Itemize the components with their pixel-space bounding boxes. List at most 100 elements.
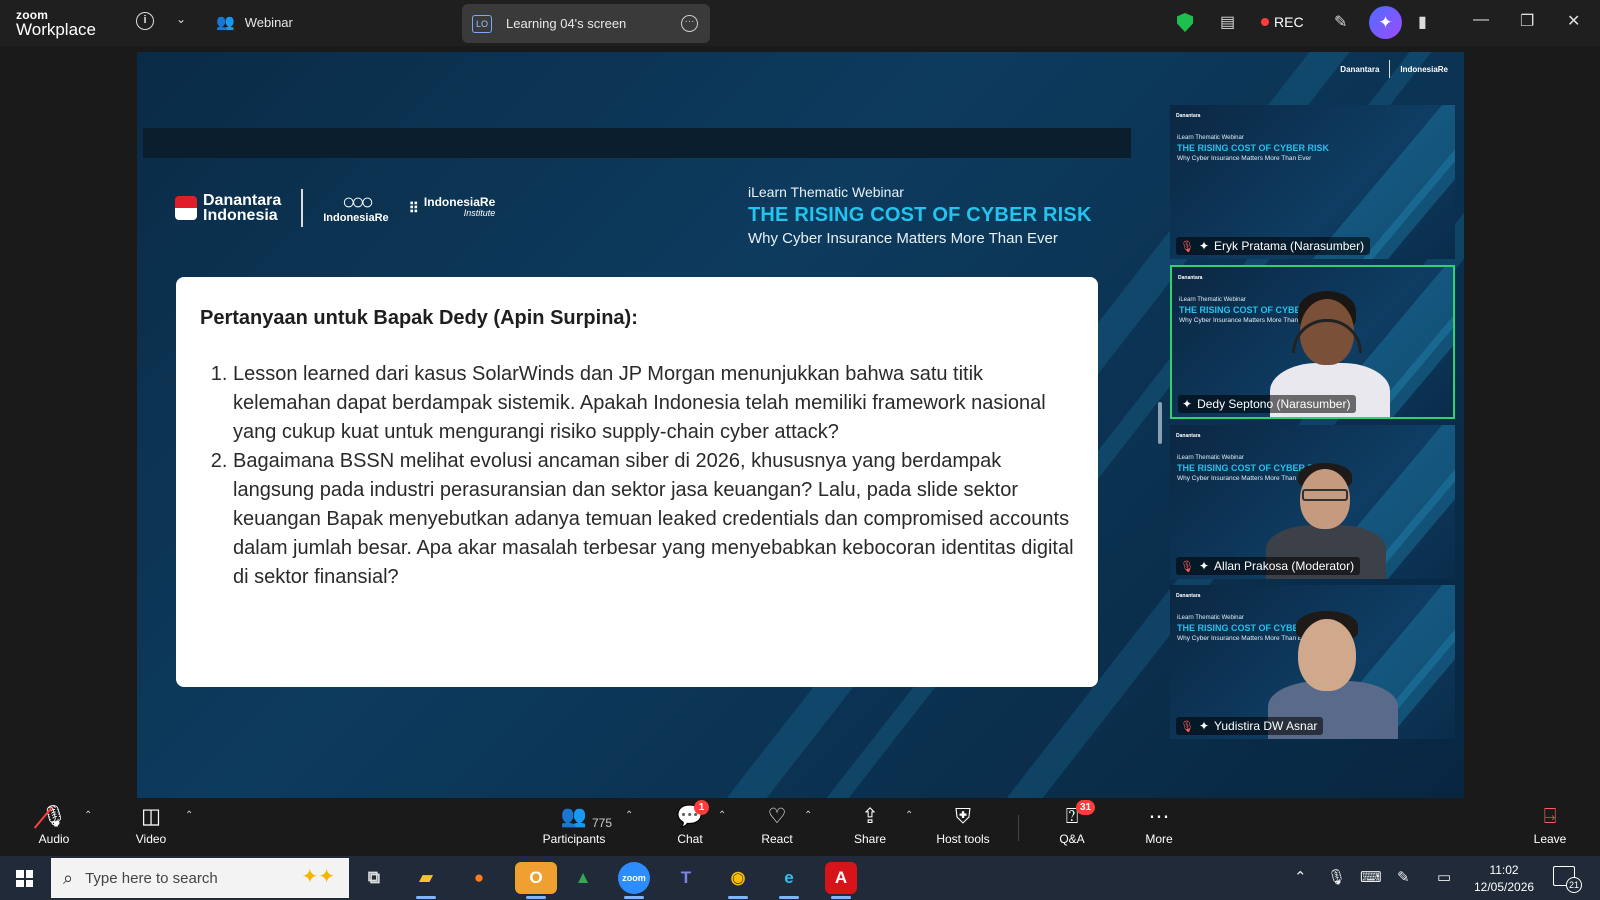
tile-title: THE RISING COST OF CYBER RISK bbox=[1177, 143, 1330, 153]
logo-divider bbox=[301, 189, 304, 227]
minimize-button[interactable]: — bbox=[1473, 11, 1489, 29]
chrome-icon[interactable]: ◉ bbox=[722, 862, 754, 894]
video-tile[interactable]: Danantara iLearn Thematic Webinar THE RI… bbox=[1170, 105, 1455, 259]
zoom-workplace-logo: zoom Workplace bbox=[16, 9, 96, 38]
video-button[interactable]: ◫ Video bbox=[111, 802, 191, 846]
video-options-caret[interactable]: ⌃ bbox=[185, 810, 193, 821]
webinar-label: Webinar bbox=[244, 14, 293, 30]
share-screen-icon: ⇪ bbox=[861, 805, 879, 828]
host-tools-button[interactable]: ⛨ Host tools bbox=[923, 802, 1003, 846]
slide-subtitle: Why Cyber Insurance Matters More Than Ev… bbox=[748, 230, 1058, 247]
acrobat-icon[interactable]: A bbox=[825, 862, 857, 894]
firefox-icon[interactable]: ● bbox=[463, 862, 495, 894]
tray-mic-icon[interactable]: 🎙 bbox=[1327, 868, 1346, 886]
share-button[interactable]: ⇪ Share bbox=[830, 802, 910, 846]
slide-brand-logos: Danantara Indonesia ○○○ IndonesiaRe ⠿ In… bbox=[175, 189, 495, 227]
participant-name: Allan Prakosa (Moderator) bbox=[1214, 559, 1355, 573]
recording-indicator[interactable]: REC bbox=[1261, 14, 1304, 30]
react-button[interactable]: ♡ React bbox=[737, 802, 817, 846]
tile-logo: Danantara bbox=[1176, 433, 1201, 439]
participants-count: 775 bbox=[592, 816, 613, 830]
toolbar-divider bbox=[1018, 815, 1019, 841]
encryption-shield-icon[interactable] bbox=[1177, 13, 1193, 32]
corner-logo-danantara: Danantara bbox=[1340, 64, 1380, 74]
participant-name: Dedy Septono (Narasumber) bbox=[1197, 397, 1351, 411]
participant-name: Eryk Pratama (Narasumber) bbox=[1214, 239, 1365, 253]
more-button[interactable]: ⋯ More bbox=[1119, 802, 1199, 846]
close-window-button[interactable]: ✕ bbox=[1567, 11, 1580, 31]
tray-pen-icon[interactable]: ✎ bbox=[1397, 868, 1410, 886]
more-options-icon[interactable]: ··· bbox=[681, 15, 698, 32]
participants-options-caret[interactable]: ⌃ bbox=[625, 810, 633, 821]
leave-button[interactable]: ⍈ Leave bbox=[1510, 802, 1590, 846]
audio-options-caret[interactable]: ⌃ bbox=[84, 810, 92, 821]
video-tile[interactable]: Danantara iLearn Thematic Webinar THE RI… bbox=[1170, 425, 1455, 579]
danantara-logo-icon bbox=[175, 196, 197, 220]
leave-door-icon: ⍈ bbox=[1543, 805, 1557, 828]
gallery-scrollbar[interactable] bbox=[1158, 402, 1162, 444]
tray-chevron-icon[interactable]: ⌃ bbox=[1294, 868, 1307, 886]
restore-button[interactable]: ❐ bbox=[1520, 11, 1534, 31]
chat-button[interactable]: 💬 1 Chat bbox=[650, 800, 730, 846]
clock-date: 12/05/2026 bbox=[1474, 880, 1535, 894]
tile-logo: Danantara bbox=[1178, 275, 1203, 281]
question-item: Lesson learned dari kasus SolarWinds dan… bbox=[233, 360, 1074, 447]
sparkle-icon: ✦✦ bbox=[301, 866, 335, 888]
indonesia-re-institute-logo: ⠿ IndonesiaRe Institute bbox=[408, 195, 496, 219]
question-card: Pertanyaan untuk Bapak Dedy (Apin Surpin… bbox=[176, 277, 1098, 687]
institute-dots-icon: ⠿ bbox=[408, 200, 419, 216]
tray-network-icon[interactable]: ⌨ bbox=[1360, 868, 1382, 886]
taskbar-search-box[interactable]: ⌕ Type here to search ✦✦ bbox=[51, 858, 349, 898]
participants-button[interactable]: 👥 775 Participants bbox=[534, 802, 614, 846]
pin-icon: ✦ bbox=[1182, 397, 1193, 411]
edge-icon[interactable]: e bbox=[773, 862, 805, 894]
outlook-icon[interactable]: O bbox=[515, 862, 557, 894]
screen-owner-label: Learning 04's screen bbox=[506, 16, 627, 31]
danantara-name-line2: Indonesia bbox=[203, 207, 278, 224]
task-view-icon[interactable]: ⧉ bbox=[358, 862, 390, 894]
qa-button[interactable]: ⍰ 31 Q&A bbox=[1032, 800, 1112, 846]
more-label: More bbox=[1145, 832, 1173, 846]
zoom-app-icon[interactable]: zoom bbox=[618, 862, 650, 894]
video-label: Video bbox=[135, 832, 167, 846]
video-tile[interactable]: Danantara iLearn Thematic Webinar THE RI… bbox=[1170, 585, 1455, 739]
chevron-down-icon[interactable]: ⌄ bbox=[176, 12, 186, 26]
participants-icon: 👥 775 bbox=[534, 802, 614, 832]
search-icon: ⌕ bbox=[63, 867, 74, 888]
share-window-icon[interactable]: ▮ bbox=[1418, 12, 1427, 32]
shared-screen-indicator[interactable]: LO Learning 04's screen ··· bbox=[462, 4, 710, 43]
file-explorer-icon[interactable]: ▰ bbox=[410, 862, 442, 894]
notification-center-icon[interactable]: 21 bbox=[1553, 866, 1582, 893]
tile-logo: Danantara bbox=[1176, 113, 1201, 119]
chat-options-caret[interactable]: ⌃ bbox=[718, 810, 726, 821]
pin-icon: ✦ bbox=[1198, 559, 1210, 573]
host-tools-label: Host tools bbox=[936, 832, 990, 846]
video-tile-active-speaker[interactable]: Danantara iLearn Thematic Webinar THE RI… bbox=[1170, 265, 1455, 419]
zoom-title-bar: zoom Workplace i ⌄ 👥 Webinar LO Learning… bbox=[0, 0, 1600, 46]
notes-icon[interactable]: ▤ bbox=[1220, 12, 1235, 32]
mic-muted-icon: 🎙 bbox=[1180, 720, 1194, 733]
react-options-caret[interactable]: ⌃ bbox=[804, 810, 812, 821]
shield-icon: ⛨ bbox=[955, 805, 971, 828]
tray-display-icon[interactable]: ▭ bbox=[1437, 868, 1451, 886]
recording-label: REC bbox=[1274, 14, 1304, 30]
share-options-caret[interactable]: ⌃ bbox=[905, 810, 913, 821]
slide-top-bar bbox=[143, 128, 1131, 158]
slide-kicker: iLearn Thematic Webinar bbox=[748, 184, 904, 200]
meeting-info-icon[interactable]: i bbox=[136, 12, 154, 30]
question-heading: Pertanyaan untuk Bapak Dedy (Apin Surpin… bbox=[200, 307, 638, 329]
participant-name-label: 🎙 ✦ Eryk Pratama (Narasumber) bbox=[1176, 237, 1371, 255]
chat-unread-badge: 1 bbox=[694, 800, 709, 815]
windows-start-icon[interactable] bbox=[16, 870, 33, 887]
institute-sub: Institute bbox=[463, 208, 496, 218]
ai-companion-button[interactable]: ✦ bbox=[1369, 6, 1402, 39]
institute-name: IndonesiaRe bbox=[423, 195, 496, 209]
logo-workplace-text: Workplace bbox=[16, 20, 96, 39]
taskbar-clock[interactable]: 11:02 12/05/2026 bbox=[1474, 862, 1534, 896]
audio-button[interactable]: 🎙 Audio bbox=[14, 802, 94, 846]
annotate-pen-icon[interactable]: ✎ bbox=[1334, 12, 1347, 32]
tile-subtitle: Why Cyber Insurance Matters More Than Ev… bbox=[1177, 155, 1312, 162]
teams-icon[interactable]: T bbox=[670, 862, 702, 894]
pin-icon: ✦ bbox=[1198, 719, 1210, 733]
google-drive-icon[interactable]: ▲ bbox=[567, 862, 599, 894]
